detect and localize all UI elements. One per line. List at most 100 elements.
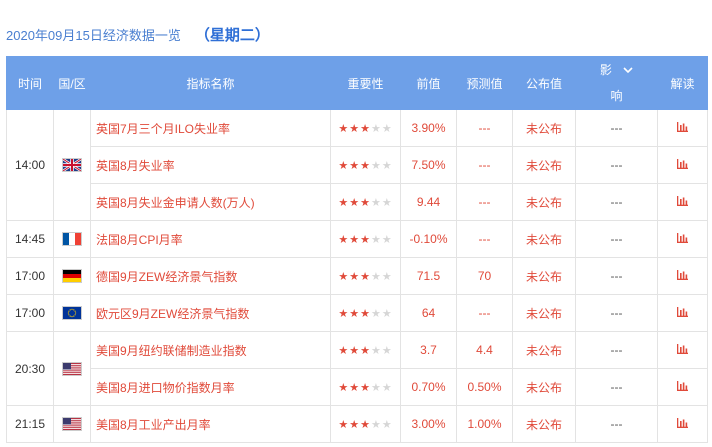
- table-row: 英国8月失业金申请人数(万人) ★★★★★ 9.44 --- 未公布 ---: [7, 183, 708, 221]
- impact-value: ---: [575, 183, 658, 221]
- indicator-name[interactable]: 英国8月失业金申请人数(万人): [90, 183, 331, 221]
- forecast-value: 4.4: [456, 331, 513, 369]
- indicator-name[interactable]: 法国8月CPI月率: [90, 220, 331, 258]
- col-impact[interactable]: 影 响: [575, 56, 658, 110]
- star-icon: ★: [338, 382, 350, 394]
- us-flag-icon: [62, 417, 82, 432]
- impact-value: ---: [575, 146, 658, 184]
- importance-stars: ★★★★★: [330, 109, 401, 147]
- bar-chart-icon[interactable]: [677, 158, 688, 172]
- event-time: 20:30: [6, 331, 54, 406]
- importance-stars: ★★★★★: [330, 405, 401, 443]
- indicator-name[interactable]: 美国8月进口物价指数月率: [90, 368, 331, 406]
- table-row: 英国8月失业率 ★★★★★ 7.50% --- 未公布 ---: [7, 146, 708, 184]
- star-icon: ★: [349, 234, 361, 246]
- col-interpret: 解读: [657, 56, 708, 110]
- interpret-cell[interactable]: [657, 183, 708, 221]
- star-icon: ★: [360, 234, 371, 246]
- importance-stars: ★★★★★: [330, 294, 401, 332]
- importance-stars: ★★★★★: [330, 368, 401, 406]
- country-cell: [53, 257, 91, 295]
- published-value: 未公布: [512, 183, 576, 221]
- bar-chart-icon[interactable]: [677, 417, 688, 431]
- bar-chart-icon[interactable]: [677, 269, 688, 283]
- star-icon: ★: [360, 419, 371, 431]
- indicator-name[interactable]: 德国9月ZEW经济景气指数: [90, 257, 331, 295]
- table-row: 21:15 美国8月工业产出月率 ★★★★★ 3.00% 1.00% 未公布 ---: [6, 405, 708, 443]
- economic-calendar-table: 时间 国/区 指标名称 重要性 前值 预测值 公布值 影 响 解读 14:00 英…: [6, 56, 708, 443]
- published-value: 未公布: [512, 257, 576, 295]
- star-icon: ★: [349, 123, 361, 135]
- star-icon: ★: [338, 123, 350, 135]
- us-flag-icon: [62, 361, 82, 376]
- star-icon: ★: [370, 234, 382, 246]
- interpret-cell[interactable]: [657, 405, 708, 443]
- star-icon: ★: [338, 308, 350, 320]
- previous-value: 9.44: [400, 183, 457, 221]
- chevron-down-icon[interactable]: [623, 67, 633, 74]
- star-icon: ★: [370, 345, 382, 357]
- forecast-value: ---: [456, 183, 513, 221]
- published-value: 未公布: [512, 368, 576, 406]
- published-value: 未公布: [512, 109, 576, 147]
- interpret-cell[interactable]: [657, 146, 708, 184]
- previous-value: 71.5: [400, 257, 457, 295]
- france-flag-icon: [62, 232, 82, 247]
- forecast-value: 70: [456, 257, 513, 295]
- published-value: 未公布: [512, 294, 576, 332]
- table-row: 美国8月进口物价指数月率 ★★★★★ 0.70% 0.50% 未公布 ---: [7, 368, 708, 406]
- col-forecast: 预测值: [456, 56, 513, 110]
- table-row: 17:00 欧元区9月ZEW经济景气指数 ★★★★★ 64 --- 未公布 ---: [6, 294, 708, 332]
- previous-value: 7.50%: [400, 146, 457, 184]
- table-row: 20:30 美国9月纽约联储制造业指数 ★★★★★ 3.7 4.4 未公布 ---: [6, 331, 708, 406]
- uk-flag-icon: [62, 158, 82, 173]
- star-icon: ★: [338, 271, 350, 283]
- star-icon: ★: [338, 160, 350, 172]
- interpret-cell[interactable]: [657, 331, 708, 369]
- indicator-name[interactable]: 英国7月三个月ILO失业率: [90, 109, 331, 147]
- indicator-name[interactable]: 美国8月工业产出月率: [90, 405, 331, 443]
- star-icon: ★: [381, 419, 393, 431]
- forecast-value: ---: [456, 109, 513, 147]
- star-icon: ★: [360, 382, 371, 394]
- published-value: 未公布: [512, 146, 576, 184]
- star-icon: ★: [349, 197, 361, 209]
- interpret-cell[interactable]: [657, 220, 708, 258]
- bar-chart-icon[interactable]: [677, 343, 688, 357]
- star-icon: ★: [370, 308, 382, 320]
- indicator-name[interactable]: 英国8月失业率: [90, 146, 331, 184]
- star-icon: ★: [381, 308, 393, 320]
- indicator-name[interactable]: 欧元区9月ZEW经济景气指数: [90, 294, 331, 332]
- star-icon: ★: [349, 345, 361, 357]
- interpret-cell[interactable]: [657, 109, 708, 147]
- importance-stars: ★★★★★: [330, 331, 401, 369]
- impact-value: ---: [575, 331, 658, 369]
- previous-value: 3.90%: [400, 109, 457, 147]
- star-icon: ★: [349, 271, 361, 283]
- star-icon: ★: [349, 160, 361, 172]
- indicator-name[interactable]: 美国9月纽约联储制造业指数: [90, 331, 331, 369]
- star-icon: ★: [338, 234, 350, 246]
- star-icon: ★: [381, 382, 393, 394]
- bar-chart-icon[interactable]: [677, 380, 688, 394]
- event-time: 14:45: [6, 220, 54, 258]
- interpret-cell[interactable]: [657, 257, 708, 295]
- country-cell: [53, 109, 91, 221]
- star-icon: ★: [381, 197, 393, 209]
- table-row: 17:00 德国9月ZEW经济景气指数 ★★★★★ 71.5 70 未公布 ---: [6, 257, 708, 295]
- previous-value: 3.00%: [400, 405, 457, 443]
- bar-chart-icon[interactable]: [677, 121, 688, 135]
- importance-stars: ★★★★★: [330, 183, 401, 221]
- interpret-cell[interactable]: [657, 294, 708, 332]
- event-time: 14:00: [6, 109, 54, 221]
- previous-value: 64: [400, 294, 457, 332]
- bar-chart-icon[interactable]: [677, 232, 688, 246]
- published-value: 未公布: [512, 331, 576, 369]
- star-icon: ★: [381, 123, 393, 135]
- interpret-cell[interactable]: [657, 368, 708, 406]
- importance-stars: ★★★★★: [330, 257, 401, 295]
- col-published: 公布值: [512, 56, 576, 110]
- bar-chart-icon[interactable]: [677, 195, 688, 209]
- bar-chart-icon[interactable]: [677, 306, 688, 320]
- table-row: 14:00 英国7月三个月ILO失业率 ★★★★★ 3.90% --- 未公布 ---: [6, 109, 708, 221]
